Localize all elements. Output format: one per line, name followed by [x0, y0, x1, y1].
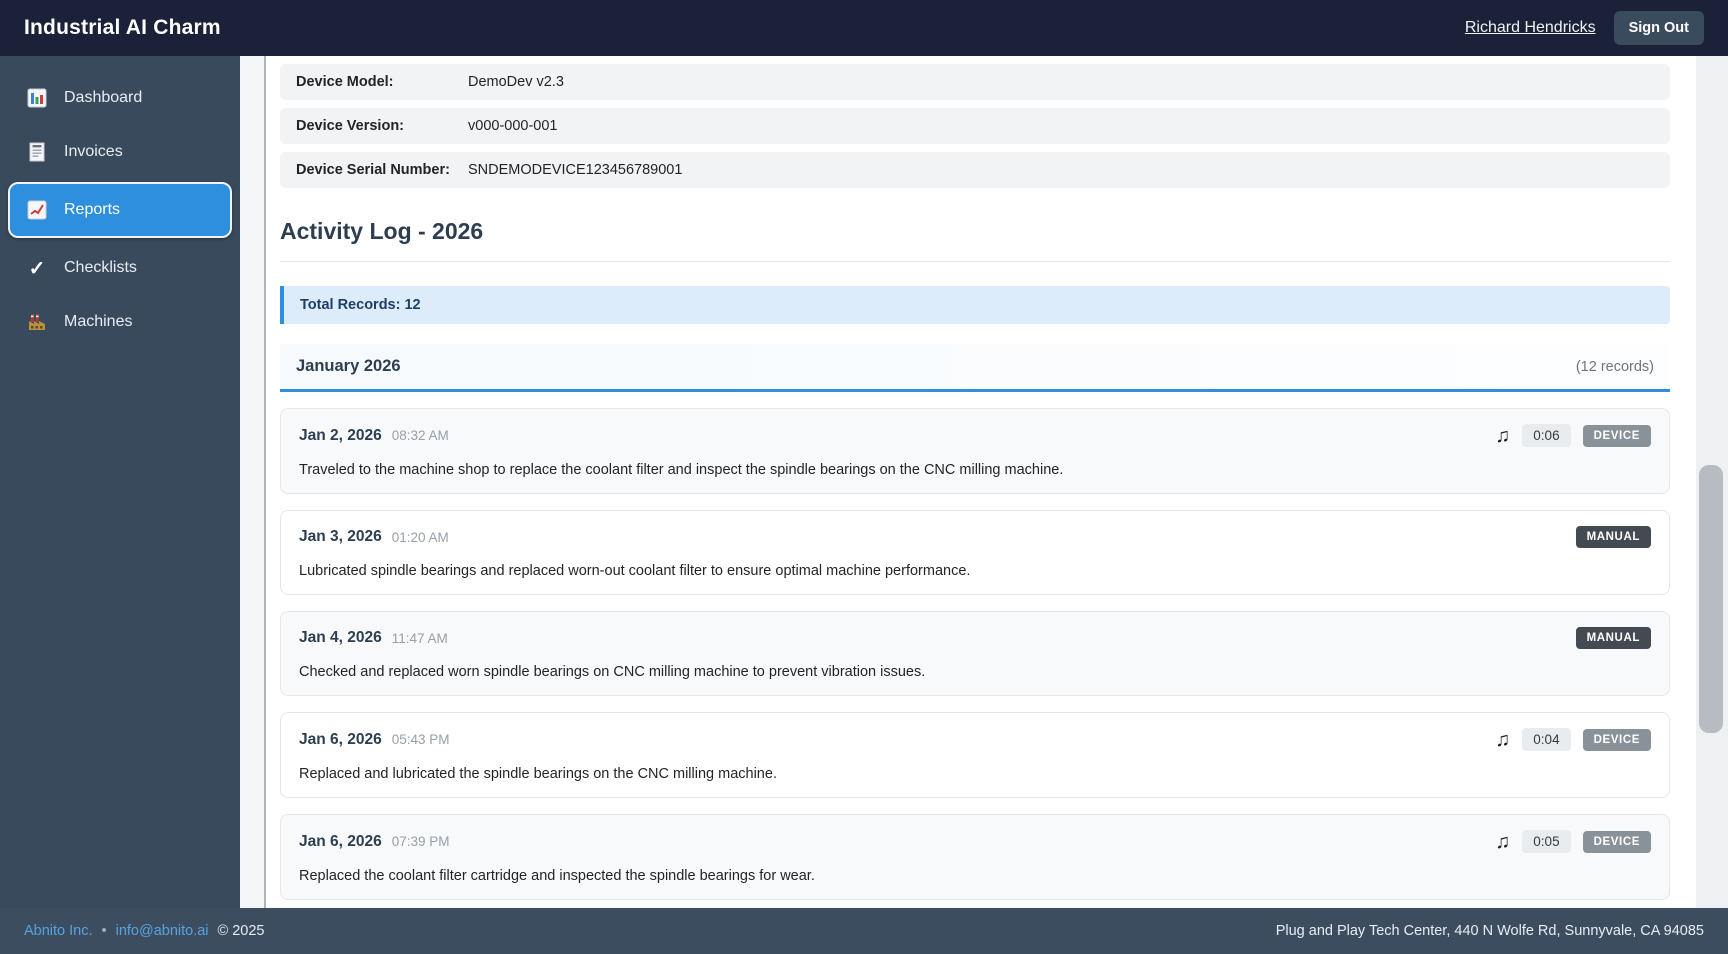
sidebar-item-label: Invoices	[64, 143, 123, 161]
scrollbar-thumb[interactable]	[1699, 465, 1723, 733]
entry-time: 11:47 AM	[392, 631, 448, 646]
device-info-list: Device Model: DemoDev v2.3 Device Versio…	[280, 64, 1670, 188]
check-icon: ✓	[26, 257, 48, 279]
device-info-label: Device Version:	[296, 118, 468, 134]
entry-date: Jan 6, 2026	[299, 833, 382, 851]
company-link[interactable]: Abnito Inc.	[24, 923, 93, 939]
device-info-row: Device Serial Number: SNDEMODEVICE123456…	[280, 152, 1670, 188]
audio-duration-pill: 0:06	[1522, 424, 1570, 447]
activity-entry-card: Jan 6, 2026 07:39 PM ♫ 0:05 DEVICE Repla…	[280, 814, 1670, 900]
manual-badge: MANUAL	[1576, 627, 1651, 649]
audio-duration-pill: 0:05	[1522, 830, 1570, 853]
manual-badge: MANUAL	[1576, 526, 1651, 548]
month-section-header: January 2026 (12 records)	[280, 344, 1670, 392]
bar-chart-icon	[26, 87, 48, 109]
audio-duration-pill: 0:04	[1522, 728, 1570, 751]
sidebar-item-reports[interactable]: Reports	[8, 182, 232, 238]
activity-entry-card: Jan 2, 2026 08:32 AM ♫ 0:06 DEVICE Trave…	[280, 408, 1670, 494]
receipt-icon	[26, 141, 48, 163]
device-info-value: v000-000-001	[468, 118, 558, 134]
entry-header: Jan 6, 2026 05:43 PM ♫ 0:04 DEVICE	[299, 728, 1651, 751]
factory-icon	[26, 311, 48, 333]
audio-note-icon: ♫	[1495, 730, 1510, 750]
activity-entry-list: Jan 2, 2026 08:32 AM ♫ 0:06 DEVICE Trave…	[280, 408, 1670, 908]
sidebar-item-label: Machines	[64, 313, 132, 331]
entry-date: Jan 3, 2026	[299, 528, 382, 546]
user-profile-link[interactable]: Richard Hendricks	[1465, 19, 1596, 37]
sidebar-item-machines[interactable]: Machines	[0, 296, 240, 348]
device-badge: DEVICE	[1583, 425, 1651, 447]
vertical-scrollbar[interactable]	[1696, 56, 1728, 908]
app-title: Industrial AI Charm	[24, 16, 221, 40]
line-chart-icon	[26, 199, 48, 221]
entry-header: Jan 4, 2026 11:47 AM MANUAL	[299, 627, 1651, 649]
device-badge: DEVICE	[1583, 831, 1651, 853]
entry-date: Jan 4, 2026	[299, 629, 382, 647]
activity-entry-card: Jan 3, 2026 01:20 AM MANUAL Lubricated s…	[280, 510, 1670, 595]
total-records-banner: Total Records: 12	[280, 286, 1670, 324]
footer-separator: •	[102, 923, 107, 939]
entry-header: Jan 2, 2026 08:32 AM ♫ 0:06 DEVICE	[299, 424, 1651, 447]
sidebar-item-label: Dashboard	[64, 89, 142, 107]
content-left-gutter	[240, 56, 266, 908]
device-badge: DEVICE	[1583, 729, 1651, 751]
entry-date: Jan 2, 2026	[299, 427, 382, 445]
entry-description: Checked and replaced worn spindle bearin…	[299, 664, 1651, 680]
content-panel: Device Model: DemoDev v2.3 Device Versio…	[266, 56, 1696, 908]
entry-header: Jan 6, 2026 07:39 PM ♫ 0:05 DEVICE	[299, 830, 1651, 853]
entry-description: Replaced the coolant filter cartridge an…	[299, 868, 1651, 884]
audio-note-icon: ♫	[1495, 426, 1510, 446]
top-bar: Industrial AI Charm Richard Hendricks Si…	[0, 0, 1728, 56]
footer-bar: Abnito Inc. • info@abnito.ai © 2025 Plug…	[0, 908, 1728, 954]
page-title: Activity Log - 2026	[280, 218, 1670, 262]
entry-time: 01:20 AM	[392, 530, 449, 545]
activity-entry-card: Jan 6, 2026 05:43 PM ♫ 0:04 DEVICE Repla…	[280, 712, 1670, 798]
entry-header: Jan 3, 2026 01:20 AM MANUAL	[299, 526, 1651, 548]
entry-time: 05:43 PM	[392, 732, 450, 747]
device-info-label: Device Serial Number:	[296, 162, 468, 178]
device-info-value: SNDEMODEVICE123456789001	[468, 162, 682, 178]
sidebar-item-label: Checklists	[64, 259, 137, 277]
copyright-text: © 2025	[218, 923, 265, 939]
sidebar-item-dashboard[interactable]: Dashboard	[0, 72, 240, 124]
entry-date: Jan 6, 2026	[299, 731, 382, 749]
month-record-count: (12 records)	[1576, 359, 1654, 375]
main-area: Dashboard Invoices Reports ✓ Checklists …	[0, 56, 1728, 908]
entry-description: Replaced and lubricated the spindle bear…	[299, 766, 1651, 782]
footer-address: Plug and Play Tech Center, 440 N Wolfe R…	[1276, 923, 1704, 939]
sidebar-item-checklists[interactable]: ✓ Checklists	[0, 242, 240, 294]
entry-description: Traveled to the machine shop to replace …	[299, 462, 1651, 478]
audio-note-icon: ♫	[1495, 832, 1510, 852]
device-info-row: Device Model: DemoDev v2.3	[280, 64, 1670, 100]
email-link[interactable]: info@abnito.ai	[116, 923, 209, 939]
entry-time: 08:32 AM	[392, 428, 449, 443]
activity-entry-card: Jan 4, 2026 11:47 AM MANUAL Checked and …	[280, 611, 1670, 696]
month-label: January 2026	[296, 357, 401, 376]
device-info-value: DemoDev v2.3	[468, 74, 564, 90]
sidebar-item-invoices[interactable]: Invoices	[0, 126, 240, 178]
footer-left: Abnito Inc. • info@abnito.ai © 2025	[24, 923, 265, 939]
entry-description: Lubricated spindle bearings and replaced…	[299, 563, 1651, 579]
device-info-label: Device Model:	[296, 74, 468, 90]
top-bar-right: Richard Hendricks Sign Out	[1465, 11, 1704, 45]
sidebar-item-label: Reports	[64, 201, 120, 219]
app-window: Industrial AI Charm Richard Hendricks Si…	[0, 0, 1728, 954]
sidebar-nav: Dashboard Invoices Reports ✓ Checklists …	[0, 56, 240, 908]
sign-out-button[interactable]: Sign Out	[1614, 11, 1704, 45]
entry-time: 07:39 PM	[392, 834, 450, 849]
device-info-row: Device Version: v000-000-001	[280, 108, 1670, 144]
